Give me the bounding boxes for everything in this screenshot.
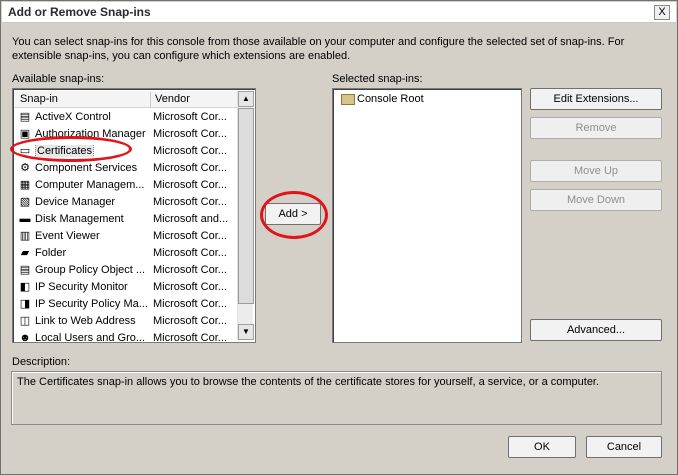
snapin-vendor: Microsoft Cor...: [153, 145, 227, 157]
tree-item-console-root[interactable]: Console Root: [335, 91, 515, 108]
scroll-thumb[interactable]: [238, 108, 254, 304]
snapin-name-text: Disk Management: [35, 213, 124, 225]
column-header-snapin[interactable]: Snap-in: [20, 93, 58, 105]
snapin-vendor: Microsoft Cor...: [153, 230, 227, 242]
snapin-name: IP Security Policy Ma...: [35, 298, 152, 310]
remove-button[interactable]: Remove: [530, 117, 662, 139]
snapin-vendor: Microsoft Cor...: [153, 128, 227, 140]
snapin-name: Component Services: [35, 162, 152, 174]
snapin-name-text: Folder: [35, 247, 67, 259]
disk-icon: ▬: [19, 213, 31, 225]
edit-extensions-button[interactable]: Edit Extensions...: [530, 88, 662, 110]
list-item[interactable]: ▰ Folder Microsoft Cor...: [15, 245, 237, 262]
available-snapins-label: Available snap-ins:: [12, 73, 105, 85]
snapin-name: Computer Managem...: [35, 179, 152, 191]
snapin-vendor: Microsoft Cor...: [153, 111, 227, 123]
link-icon: ◫: [19, 315, 31, 327]
add-button-highlight-ellipse: [260, 191, 328, 239]
list-item[interactable]: ◧ IP Security Monitor Microsoft Cor...: [15, 279, 237, 296]
snapin-vendor: Microsoft Cor...: [153, 264, 227, 276]
column-header-vendor[interactable]: Vendor: [155, 93, 190, 105]
folder-icon: [341, 94, 355, 105]
list-item[interactable]: ▧ Device Manager Microsoft Cor...: [15, 194, 237, 211]
tree-item-label: Console Root: [357, 93, 424, 105]
chevron-down-icon: ▼: [242, 327, 250, 336]
snapin-name: Link to Web Address: [35, 315, 152, 327]
chevron-up-icon: ▲: [242, 94, 250, 103]
snapin-vendor: Microsoft Cor...: [153, 247, 227, 259]
snapin-vendor: Microsoft Cor...: [153, 281, 227, 293]
dialog-title: Add or Remove Snap-ins: [8, 5, 151, 19]
folder-icon: ▰: [20, 247, 30, 259]
computer-icon: ▦: [19, 179, 31, 191]
advanced-button[interactable]: Advanced...: [530, 319, 662, 341]
close-icon: X: [658, 6, 666, 18]
selected-snapins-tree[interactable]: Console Root: [332, 88, 522, 343]
policy-icon: ▤: [19, 264, 31, 276]
snapin-vendor: Microsoft Cor...: [153, 332, 227, 344]
description-text: The Certificates snap-in allows you to b…: [17, 376, 600, 388]
snapin-name-text: IP Security Policy Ma...: [35, 298, 148, 310]
intro-text: You can select snap-ins for this console…: [12, 36, 625, 62]
snapin-name: Device Manager: [35, 196, 152, 208]
snapin-name-text: IP Security Monitor: [35, 281, 128, 293]
snapin-name: Folder: [35, 247, 152, 259]
scroll-up-button[interactable]: ▲: [238, 91, 254, 107]
list-item[interactable]: ▥ Event Viewer Microsoft Cor...: [15, 228, 237, 245]
list-item[interactable]: ▬ Disk Management Microsoft and...: [15, 211, 237, 228]
snapin-name-text: Event Viewer: [35, 230, 100, 242]
snapin-vendor: Microsoft and...: [153, 213, 229, 225]
snapin-vendor: Microsoft Cor...: [153, 162, 227, 174]
cancel-button[interactable]: Cancel: [586, 436, 662, 458]
snapin-name-text: ActiveX Control: [35, 111, 111, 123]
component-icon: ⚙: [20, 162, 30, 174]
snapin-vendor: Microsoft Cor...: [153, 315, 227, 327]
snapin-name-text: Device Manager: [35, 196, 116, 208]
users-icon: ☻: [19, 332, 31, 344]
move-up-button[interactable]: Move Up: [530, 160, 662, 182]
list-scrollbar[interactable]: ▲ ▼: [237, 91, 254, 340]
activex-icon: ▤: [19, 111, 31, 123]
ip-policy-icon: ◨: [19, 298, 31, 310]
snapin-name-text: Local Users and Gro...: [35, 332, 146, 344]
snapin-name-text: Group Policy Object ...: [35, 264, 146, 276]
snapin-name-text: Link to Web Address: [35, 315, 136, 327]
list-item[interactable]: ◫ Link to Web Address Microsoft Cor...: [15, 313, 237, 330]
list-item[interactable]: ☻ Local Users and Gro... Microsoft Cor...: [15, 330, 237, 347]
ok-button[interactable]: OK: [508, 436, 576, 458]
list-item[interactable]: ◨ IP Security Policy Ma... Microsoft Cor..…: [15, 296, 237, 313]
snapin-name: Event Viewer: [35, 230, 152, 242]
certificates-highlight-ellipse: [10, 136, 132, 162]
list-header: Snap-in Vendor: [15, 91, 237, 108]
snapin-vendor: Microsoft Cor...: [153, 298, 227, 310]
snapin-vendor: Microsoft Cor...: [153, 179, 227, 191]
device-icon: ▧: [19, 196, 31, 208]
add-remove-snapins-dialog: Add or Remove Snap-ins X You can select …: [0, 0, 678, 475]
event-icon: ▥: [19, 230, 31, 242]
list-item[interactable]: ▤ ActiveX Control Microsoft Cor...: [15, 109, 237, 126]
move-down-button[interactable]: Move Down: [530, 189, 662, 211]
list-item[interactable]: ▦ Computer Managem... Microsoft Cor...: [15, 177, 237, 194]
snapin-name: Disk Management: [35, 213, 152, 225]
snapin-name-text: Component Services: [35, 162, 138, 174]
ip-security-icon: ◧: [19, 281, 31, 293]
list-item[interactable]: ⚙ Component Services Microsoft Cor...: [15, 160, 237, 177]
snapin-name: Local Users and Gro...: [35, 332, 152, 344]
snapin-name: ActiveX Control: [35, 111, 152, 123]
column-divider[interactable]: [150, 92, 151, 107]
available-snapins-list[interactable]: Snap-in Vendor ▤ ActiveX Control Microsoft…: [12, 88, 256, 344]
list-item[interactable]: ▤ Group Policy Object ... Microsoft Cor...: [15, 262, 237, 279]
title-bar[interactable]: Add or Remove Snap-ins X: [2, 2, 676, 23]
selected-snapins-label: Selected snap-ins:: [332, 73, 423, 85]
description-box: The Certificates snap-in allows you to b…: [11, 371, 662, 425]
snapin-name: Group Policy Object ...: [35, 264, 152, 276]
description-label: Description:: [12, 356, 71, 368]
scroll-down-button[interactable]: ▼: [238, 324, 254, 340]
snapin-name-text: Computer Managem...: [35, 179, 145, 191]
snapin-vendor: Microsoft Cor...: [153, 196, 227, 208]
snapin-name: IP Security Monitor: [35, 281, 152, 293]
close-button[interactable]: X: [654, 5, 670, 20]
